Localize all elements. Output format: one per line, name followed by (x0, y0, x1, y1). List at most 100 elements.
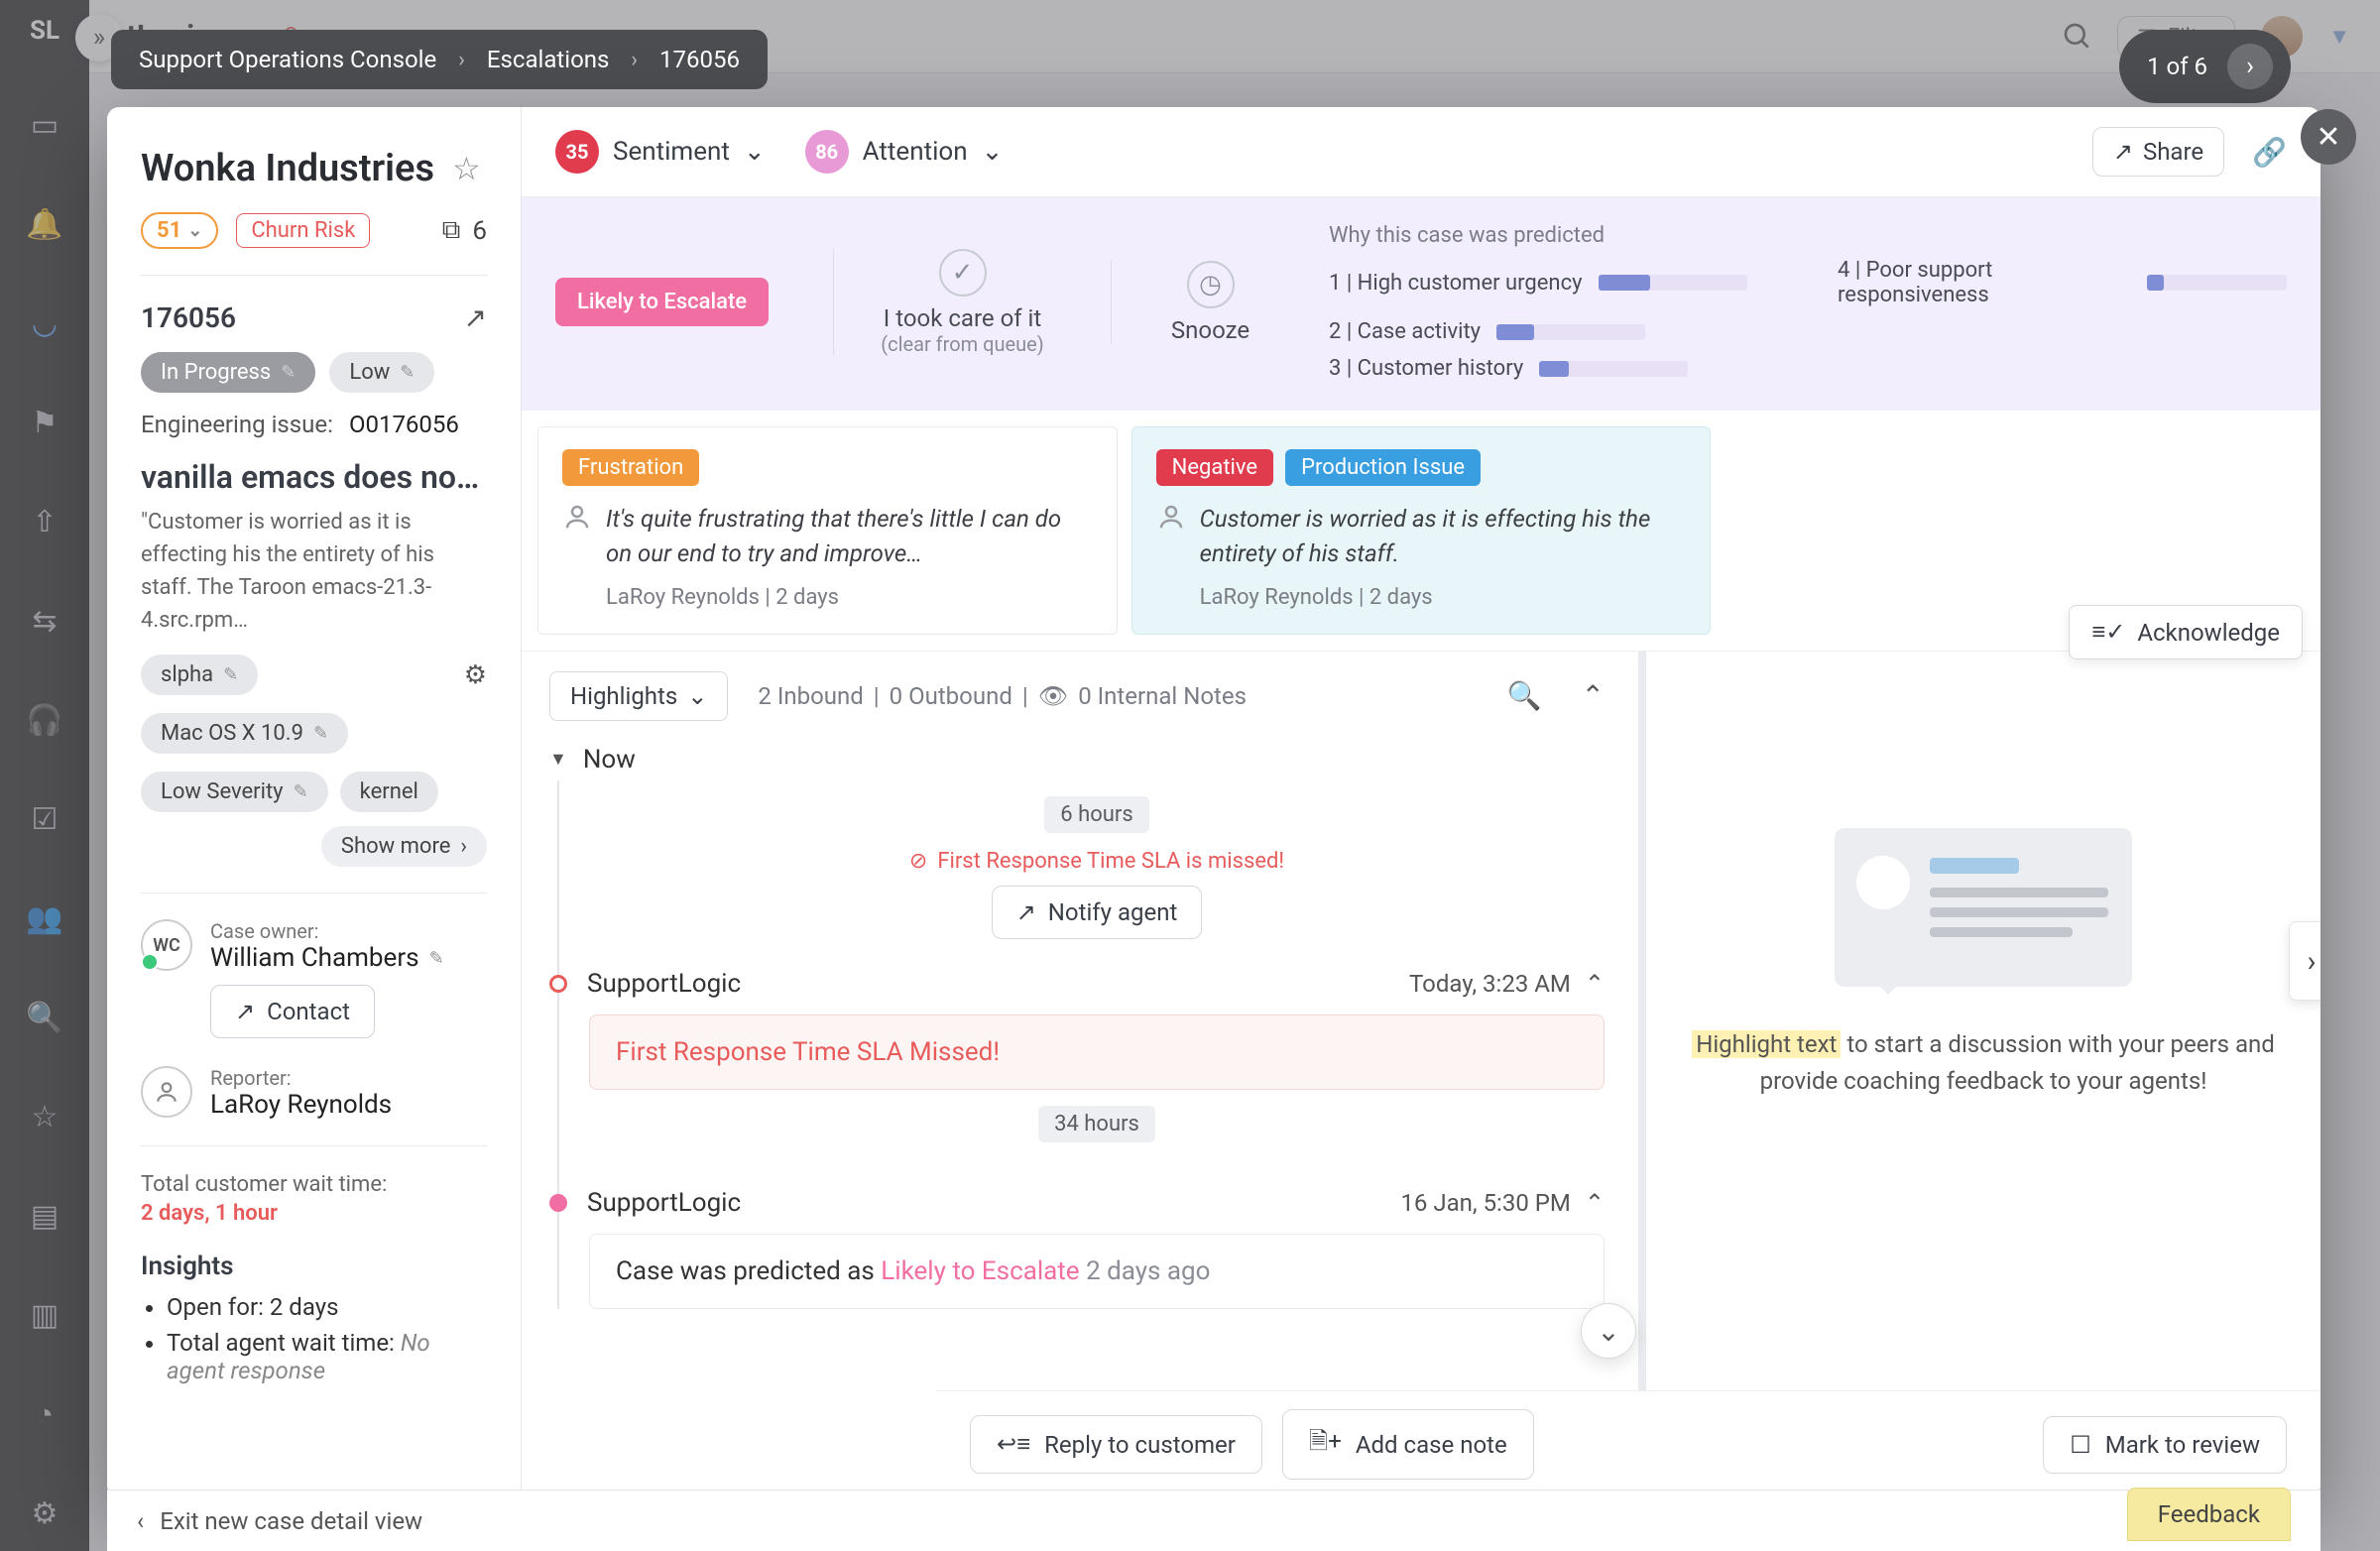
chevron-up-icon[interactable]: ⌃ (1585, 970, 1605, 998)
footer-actions: ↩≡Reply to customer 🗎+Add case note ☐Mar… (936, 1390, 2320, 1497)
prediction-event: Case was predicted as Likely to Escalate… (589, 1234, 1605, 1309)
card-text: It's quite frustrating that there's litt… (606, 502, 1093, 571)
list-check-icon: ≡✓ (2091, 618, 2125, 647)
exit-bar[interactable]: ‹ Exit new case detail view (107, 1490, 2320, 1551)
chevron-down-icon: ⌄ (744, 137, 766, 167)
insight-item: Open for: 2 days (167, 1293, 487, 1321)
reason-bar (2147, 275, 2287, 291)
insights-list: Open for: 2 days Total agent wait time: … (141, 1293, 487, 1384)
open-external-icon[interactable]: ↗ (464, 301, 487, 334)
card-meta: LaRoy Reynolds | 2 days (1156, 585, 1687, 610)
notify-agent-button[interactable]: ↗Notify agent (992, 886, 1203, 939)
alert-icon: ⊘ (909, 849, 927, 874)
sentiment-badge: 35 (555, 130, 599, 174)
timeline-dot-icon (549, 975, 567, 993)
reason-bar (1539, 361, 1688, 377)
add-note-button[interactable]: 🗎+Add case note (1282, 1409, 1534, 1480)
chevron-down-icon: ⌄ (982, 137, 1004, 167)
card-text: Customer is worried as it is effecting h… (1200, 502, 1687, 571)
share-icon: ↗ (2113, 138, 2133, 166)
right-panel: 35 Sentiment ⌄ 86 Attention ⌄ ↗ Share 🔗 … (522, 107, 2320, 1497)
tags-settings-icon[interactable]: ⚙ (464, 660, 487, 690)
divider (141, 275, 487, 276)
checkbox-icon: ☐ (2070, 1431, 2091, 1459)
edit-icon: ✎ (294, 781, 308, 802)
churn-risk-chip[interactable]: Churn Risk (236, 213, 370, 248)
highlights-filter[interactable]: Highlights ⌄ (549, 671, 728, 721)
chevron-left-icon: ‹ (137, 1507, 144, 1535)
chevron-right-icon: › (631, 48, 638, 72)
cards-next-button[interactable]: › (2289, 921, 2320, 1001)
insights-heading: Insights (141, 1252, 487, 1281)
divider (141, 893, 487, 894)
insight-card[interactable]: Frustration It's quite frustrating that … (537, 426, 1118, 635)
insight-card-empty (1725, 426, 2305, 635)
close-button[interactable]: ✕ (2301, 109, 2356, 165)
tag-pill[interactable]: Mac OS X 10.9✎ (141, 713, 348, 754)
event-time: Today, 3:23 AM (1409, 970, 1571, 998)
tag-frustration: Frustration (562, 449, 699, 486)
tag-negative: Negative (1156, 449, 1273, 486)
merge-icon[interactable]: ⧉ (442, 215, 461, 246)
triangle-down-icon[interactable]: ▼ (549, 749, 567, 770)
exit-label: Exit new case detail view (160, 1507, 422, 1535)
acknowledge-button[interactable]: ≡✓ Acknowledge (2069, 605, 2303, 659)
breadcrumb: Support Operations Console › Escalations… (111, 30, 768, 89)
prediction-reasons: Why this case was predicted 1 | High cus… (1329, 223, 2287, 381)
edit-icon: ✎ (281, 362, 296, 383)
share-button[interactable]: ↗ Share (2092, 127, 2224, 177)
chevron-up-icon[interactable]: ⌃ (1585, 1189, 1605, 1217)
reporter-name: LaRoy Reynolds (210, 1090, 392, 1120)
sla-missed-note: First Response Time SLA Missed! (589, 1014, 1605, 1090)
copy-link-icon[interactable]: 🔗 (2252, 136, 2287, 169)
breadcrumb-leaf: 176056 (659, 46, 740, 73)
reporter-avatar (141, 1066, 192, 1118)
edit-icon: ✎ (400, 362, 415, 383)
priority-pill[interactable]: Low✎ (329, 352, 434, 393)
prediction-band: Likely to Escalate ✓ I took care of it (… (522, 197, 2320, 411)
case-detail-modal: Wonka Industries ☆ 51 ⌄ Churn Risk ⧉ 6 1… (107, 107, 2320, 1497)
took-care-button[interactable]: ✓ I took care of it (clear from queue) (833, 249, 1091, 356)
timeline-now-label: Now (583, 745, 636, 775)
contact-button[interactable]: ↗ Contact (210, 985, 375, 1038)
wait-value: 2 days, 1 hour (141, 1201, 487, 1226)
clock-icon: ◷ (1187, 261, 1235, 308)
case-subject: vanilla emacs does no… (141, 458, 487, 496)
reply-button[interactable]: ↩≡Reply to customer (970, 1415, 1262, 1474)
sla-alert: ⊘First Response Time SLA is missed! (589, 849, 1605, 874)
collapse-icon[interactable]: ⌃ (1582, 679, 1605, 712)
tag-pill[interactable]: Low Severity✎ (141, 772, 328, 812)
pager-next-button[interactable]: › (2227, 44, 2273, 89)
card-meta: LaRoy Reynolds | 2 days (562, 585, 1093, 610)
age-chip: 6 hours (1044, 796, 1148, 833)
reply-icon: ↩≡ (997, 1430, 1030, 1459)
sentiment-score[interactable]: 35 Sentiment ⌄ (555, 130, 766, 174)
divider (141, 1145, 487, 1146)
timeline-search-icon[interactable]: 🔍 (1507, 679, 1542, 712)
breadcrumb-section[interactable]: Escalations (487, 46, 610, 73)
status-pill[interactable]: In Progress✎ (141, 352, 315, 393)
mark-review-button[interactable]: ☐Mark to review (2043, 1416, 2287, 1474)
snooze-button[interactable]: ◷ Snooze (1111, 261, 1309, 344)
attention-score[interactable]: 86 Attention ⌄ (805, 130, 1004, 174)
tag-pill[interactable]: slpha✎ (141, 655, 258, 695)
escalate-chip: Likely to Escalate (555, 278, 769, 326)
edit-icon: ✎ (223, 664, 238, 685)
breadcrumb-root[interactable]: Support Operations Console (139, 46, 436, 73)
case-preview: "Customer is worried as it is effecting … (141, 506, 487, 637)
scroll-down-fab[interactable]: ⌄ (1581, 1303, 1636, 1359)
health-score-badge[interactable]: 51 ⌄ (141, 212, 218, 249)
edit-icon: ✎ (313, 723, 328, 744)
pager-text: 1 of 6 (2147, 53, 2207, 80)
health-score-value: 51 (157, 218, 181, 243)
edit-icon[interactable]: ✎ (429, 948, 444, 969)
tag-pill[interactable]: kernel (340, 772, 438, 812)
insight-card-active[interactable]: Negative Production Issue Customer is wo… (1131, 426, 1712, 635)
timeline-dot-icon (549, 1194, 567, 1212)
wait-label: Total customer wait time: (141, 1172, 487, 1197)
chevron-down-icon: ⌄ (687, 682, 707, 710)
feedback-button[interactable]: Feedback (2127, 1488, 2291, 1541)
show-more-button[interactable]: Show more › (321, 826, 487, 867)
check-icon: ✓ (939, 249, 987, 297)
favorite-star-icon[interactable]: ☆ (452, 150, 481, 187)
